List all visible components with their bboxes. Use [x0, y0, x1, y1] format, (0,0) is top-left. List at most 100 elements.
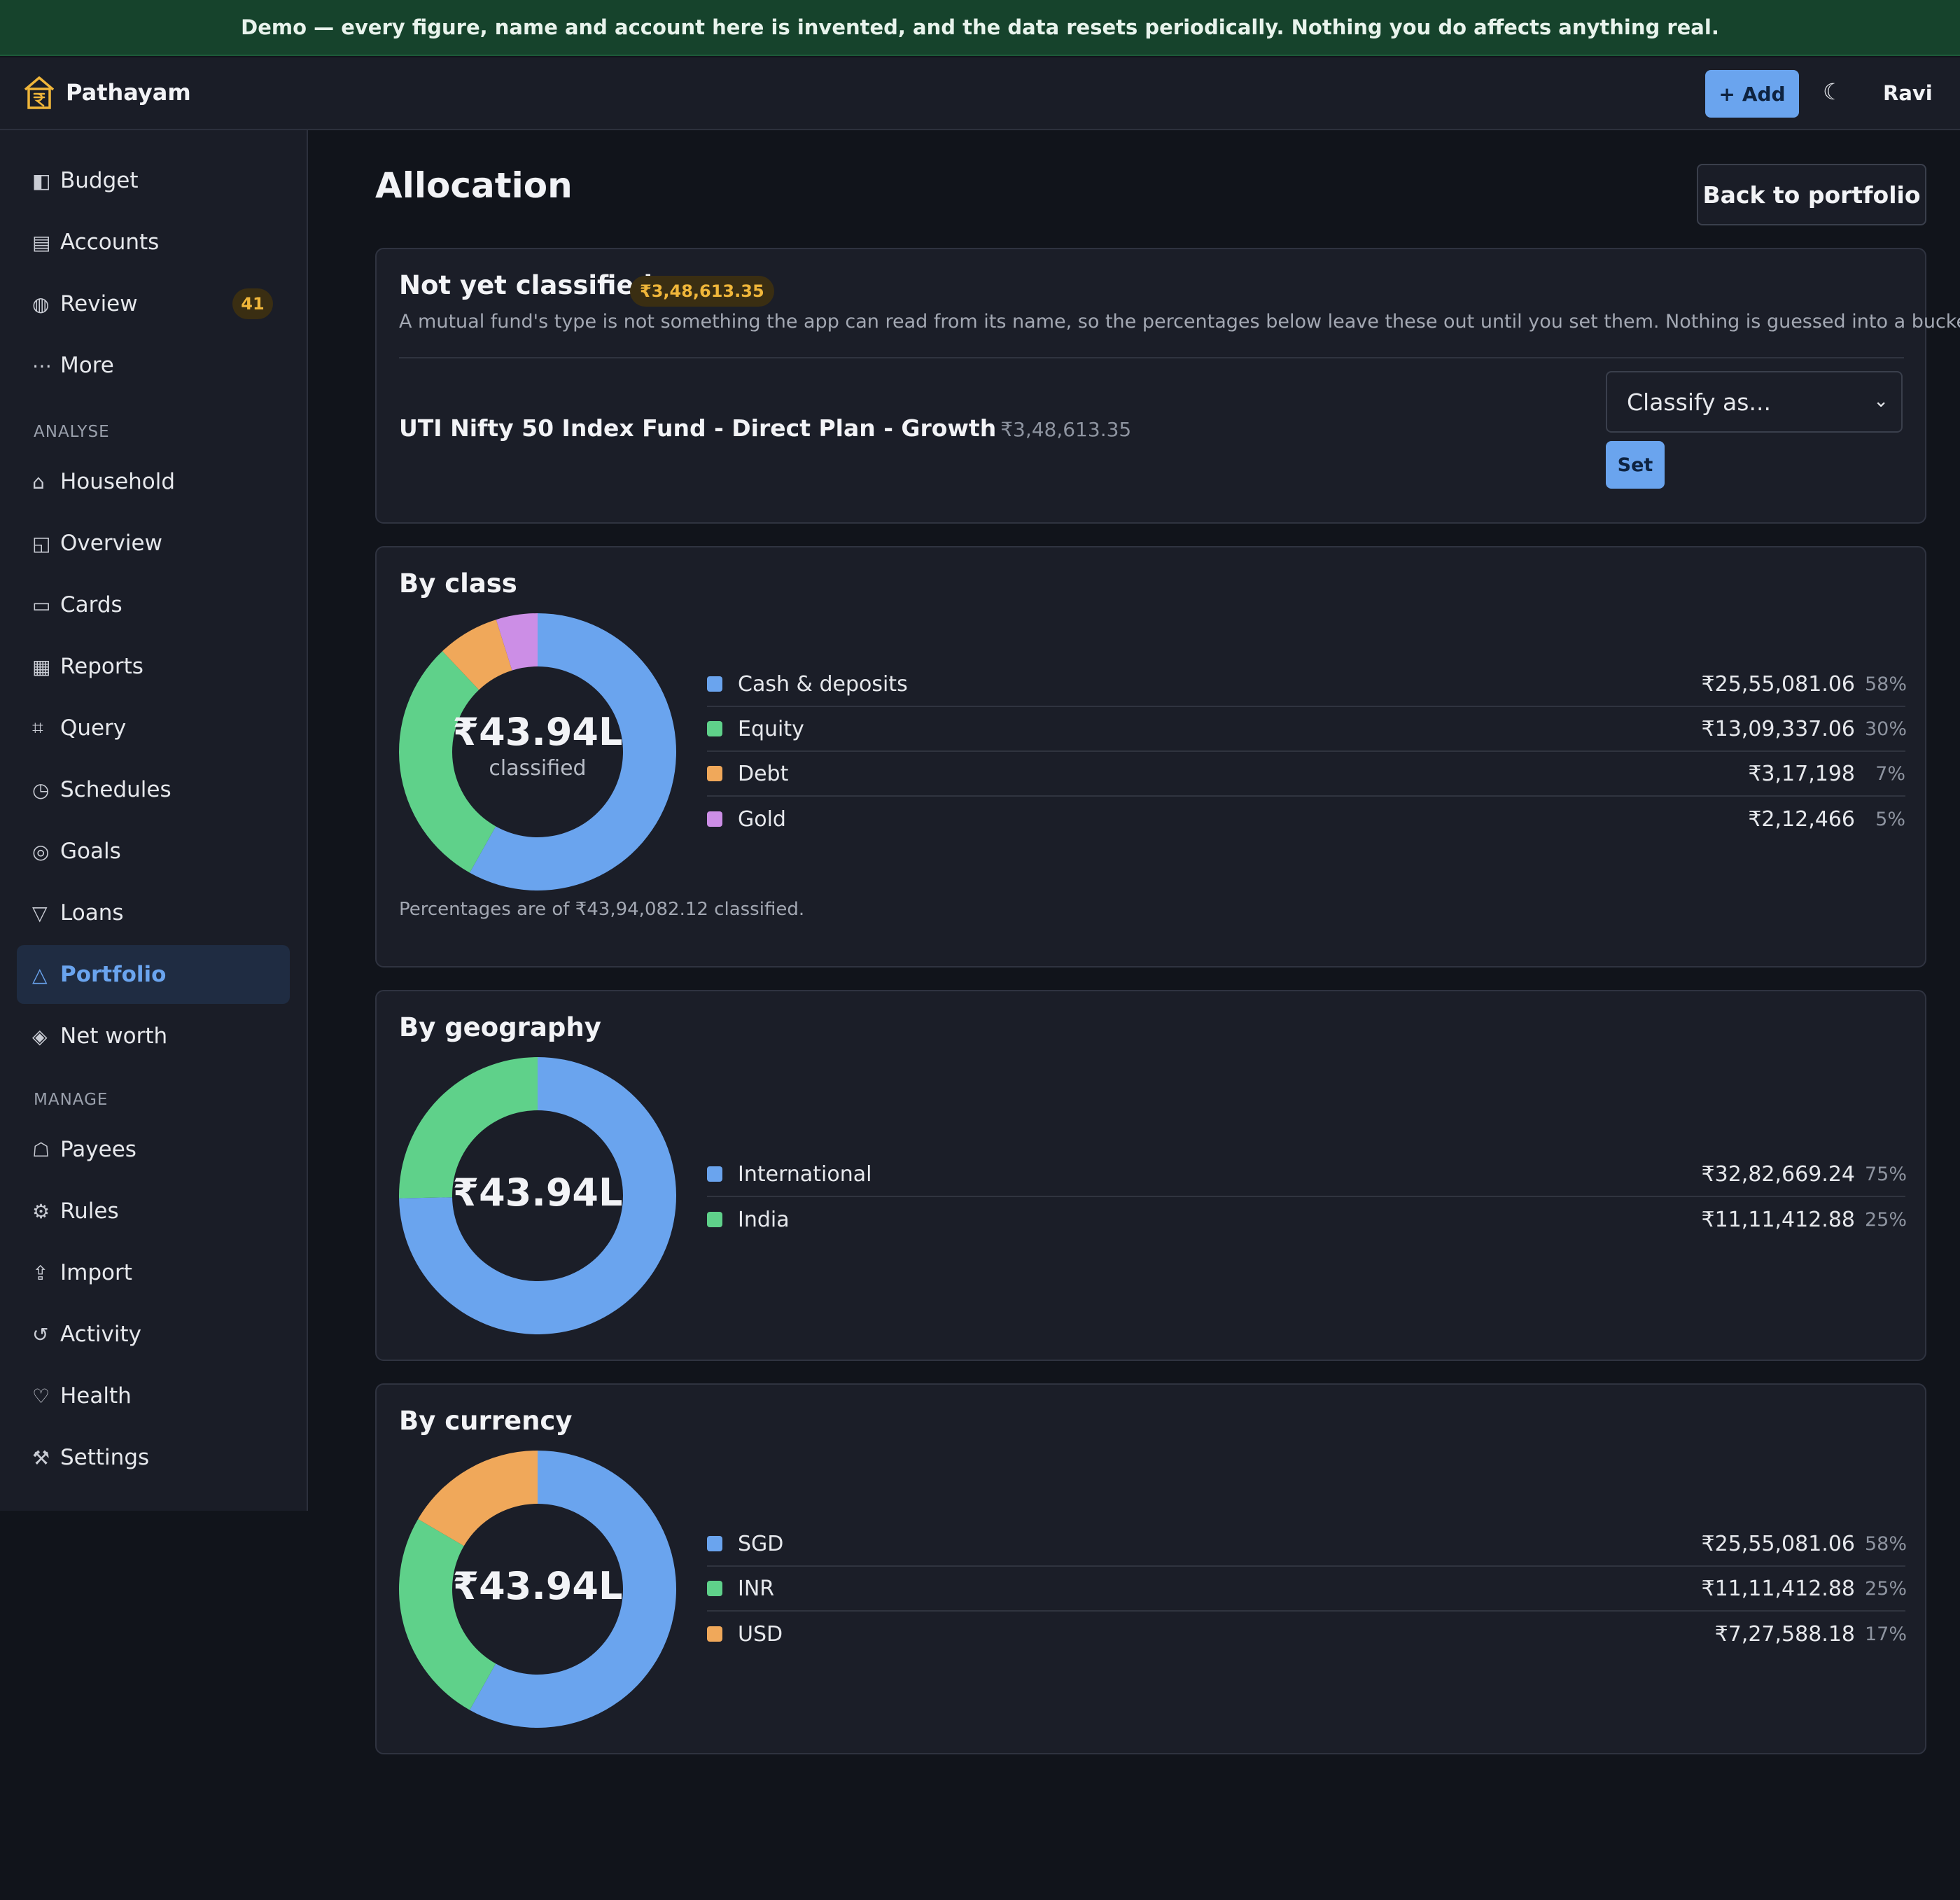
- section-label-manage: MANAGE: [34, 1091, 108, 1109]
- sidebar-item-activity[interactable]: ↺ Activity: [17, 1305, 290, 1364]
- unclassified-title: Not yet classified: [399, 270, 653, 300]
- legend-swatch: [707, 1626, 722, 1642]
- legend-percent: 30%: [1865, 718, 1907, 740]
- by-class-card: By class ₹43.94L classified Cash & depos…: [375, 546, 1926, 968]
- legend-row: Debt ₹3,17,198 7%: [707, 752, 1905, 797]
- sidebar-item-goals[interactable]: ◎ Goals: [17, 822, 290, 881]
- reports-icon: ▦: [32, 655, 51, 678]
- legend-swatch: [707, 1166, 722, 1182]
- sidebar-item-label: Portfolio: [60, 962, 167, 987]
- payees-icon: ☖: [32, 1138, 50, 1161]
- back-to-portfolio-button[interactable]: Back to portfolio: [1697, 164, 1926, 225]
- home-icon: ⌂: [32, 470, 45, 494]
- sidebar-item-net-worth[interactable]: ◈ Net worth: [17, 1007, 290, 1066]
- user-menu[interactable]: Ravi: [1883, 81, 1933, 105]
- legend-row: INR ₹11,11,412.88 25%: [707, 1567, 1907, 1612]
- legend-swatch: [707, 1212, 722, 1227]
- sidebar-item-loans[interactable]: ▽ Loans: [17, 883, 290, 942]
- sidebar-item-label: Household: [60, 469, 176, 494]
- add-button[interactable]: + Add: [1705, 70, 1799, 118]
- sidebar-item-label: Overview: [60, 531, 162, 556]
- legend-row: USD ₹7,27,588.18 17%: [707, 1612, 1907, 1656]
- house-rupee-icon: [24, 76, 55, 109]
- brand-name: Pathayam: [66, 79, 191, 106]
- review-icon: ◍: [32, 292, 50, 316]
- clock-icon: ◷: [32, 778, 50, 802]
- legend-row: Equity ₹13,09,337.06 30%: [707, 707, 1907, 752]
- by-class-title: By class: [399, 568, 517, 599]
- sidebar-item-health[interactable]: ♡ Health: [17, 1367, 290, 1425]
- query-icon: ⌗: [32, 716, 43, 739]
- sidebar-item-cards[interactable]: ▭ Cards: [17, 575, 290, 634]
- legend-swatch: [707, 1581, 722, 1596]
- legend-row: SGD ₹25,55,081.06 58%: [707, 1522, 1907, 1567]
- sidebar-item-review[interactable]: ◍ Review 41: [17, 274, 290, 333]
- sidebar-item-household[interactable]: ⌂ Household: [17, 452, 290, 511]
- sidebar-item-label: Activity: [60, 1322, 141, 1347]
- chevron-down-icon: ⌄: [1873, 391, 1889, 412]
- sidebar-item-query[interactable]: ⌗ Query: [17, 699, 290, 757]
- demo-banner: Demo — every figure, name and account he…: [0, 0, 1960, 56]
- by-geography-center-value: ₹43.94L: [452, 1171, 623, 1215]
- legend-swatch: [707, 676, 722, 692]
- by-currency-center-value: ₹43.94L: [452, 1564, 623, 1608]
- legend-value: ₹3,17,198: [1748, 761, 1855, 786]
- legend-row: Cash & deposits ₹25,55,081.06 58%: [707, 662, 1907, 707]
- legend-label: Equity: [738, 716, 804, 741]
- by-geography-card: By geography ₹43.94L International ₹32,8…: [375, 990, 1926, 1361]
- moon-icon[interactable]: ☾: [1823, 78, 1843, 105]
- sidebar-item-settings[interactable]: ⚒ Settings: [17, 1428, 290, 1487]
- history-icon: ↺: [32, 1322, 49, 1346]
- legend-label: USD: [738, 1621, 783, 1647]
- page-title: Allocation: [375, 165, 573, 206]
- sidebar-item-overview[interactable]: ◱ Overview: [17, 514, 290, 573]
- demo-banner-text: Demo — every figure, name and account he…: [241, 15, 1719, 39]
- divider: [399, 357, 1904, 358]
- set-button[interactable]: Set: [1606, 441, 1665, 489]
- sidebar-item-label: Health: [60, 1383, 132, 1409]
- sidebar-item-rules[interactable]: ⚙ Rules: [17, 1182, 290, 1241]
- by-class-footnote: Percentages are of ₹43,94,082.12 classif…: [399, 899, 805, 920]
- legend-percent: 25%: [1865, 1577, 1907, 1600]
- legend-swatch: [707, 1536, 722, 1551]
- sidebar-item-label: Query: [60, 715, 127, 741]
- legend-swatch: [707, 766, 722, 781]
- sidebar-item-schedules[interactable]: ◷ Schedules: [17, 760, 290, 819]
- legend-row: India ₹11,11,412.88 25%: [707, 1197, 1907, 1242]
- by-currency-legend: SGD ₹25,55,081.06 58% INR ₹11,11,412.88 …: [707, 1522, 1907, 1656]
- portfolio-icon: △: [32, 963, 48, 986]
- fund-amount: ₹3,48,613.35: [1000, 418, 1132, 441]
- heart-icon: ♡: [32, 1384, 50, 1408]
- sidebar-item-payees[interactable]: ☖ Payees: [17, 1120, 290, 1179]
- sidebar-item-label: Budget: [60, 168, 139, 193]
- overview-icon: ◱: [32, 531, 51, 555]
- unclassified-description: A mutual fund's type is not something th…: [399, 311, 1960, 333]
- sidebar-item-reports[interactable]: ▦ Reports: [17, 637, 290, 696]
- by-geography-legend: International ₹32,82,669.24 75% India ₹1…: [707, 1152, 1907, 1242]
- legend-value: ₹13,09,337.06: [1701, 716, 1855, 741]
- sidebar-item-more[interactable]: ⋯ More: [17, 336, 290, 395]
- more-icon: ⋯: [32, 354, 52, 377]
- legend-row: International ₹32,82,669.24 75%: [707, 1152, 1907, 1197]
- by-class-legend: Cash & deposits ₹25,55,081.06 58% Equity…: [707, 662, 1907, 841]
- sidebar-item-label: Cards: [60, 592, 122, 617]
- legend-percent: 5%: [1875, 808, 1905, 830]
- legend-row: Gold ₹2,12,466 5%: [707, 797, 1905, 841]
- sidebar-item-budget[interactable]: ◧ Budget: [17, 151, 290, 210]
- sidebar-item-label: Rules: [60, 1199, 119, 1224]
- target-icon: ◎: [32, 839, 50, 863]
- legend-value: ₹2,12,466: [1748, 806, 1855, 832]
- sidebar-item-accounts[interactable]: ▤ Accounts: [17, 213, 290, 272]
- brand[interactable]: Pathayam: [22, 74, 191, 111]
- legend-label: SGD: [738, 1531, 784, 1556]
- classify-select-value: Classify as...: [1627, 388, 1771, 416]
- legend-percent: 7%: [1875, 762, 1905, 785]
- legend-label: International: [738, 1161, 872, 1187]
- sidebar-item-portfolio[interactable]: △ Portfolio: [17, 945, 290, 1004]
- unclassified-total-badge: ₹3,48,613.35: [630, 276, 774, 307]
- fund-name: UTI Nifty 50 Index Fund - Direct Plan - …: [399, 414, 997, 442]
- sidebar-item-label: Review: [60, 291, 138, 316]
- sidebar-item-import[interactable]: ⇪ Import: [17, 1243, 290, 1302]
- classify-select[interactable]: Classify as... ⌄: [1606, 371, 1903, 433]
- legend-label: Cash & deposits: [738, 671, 908, 697]
